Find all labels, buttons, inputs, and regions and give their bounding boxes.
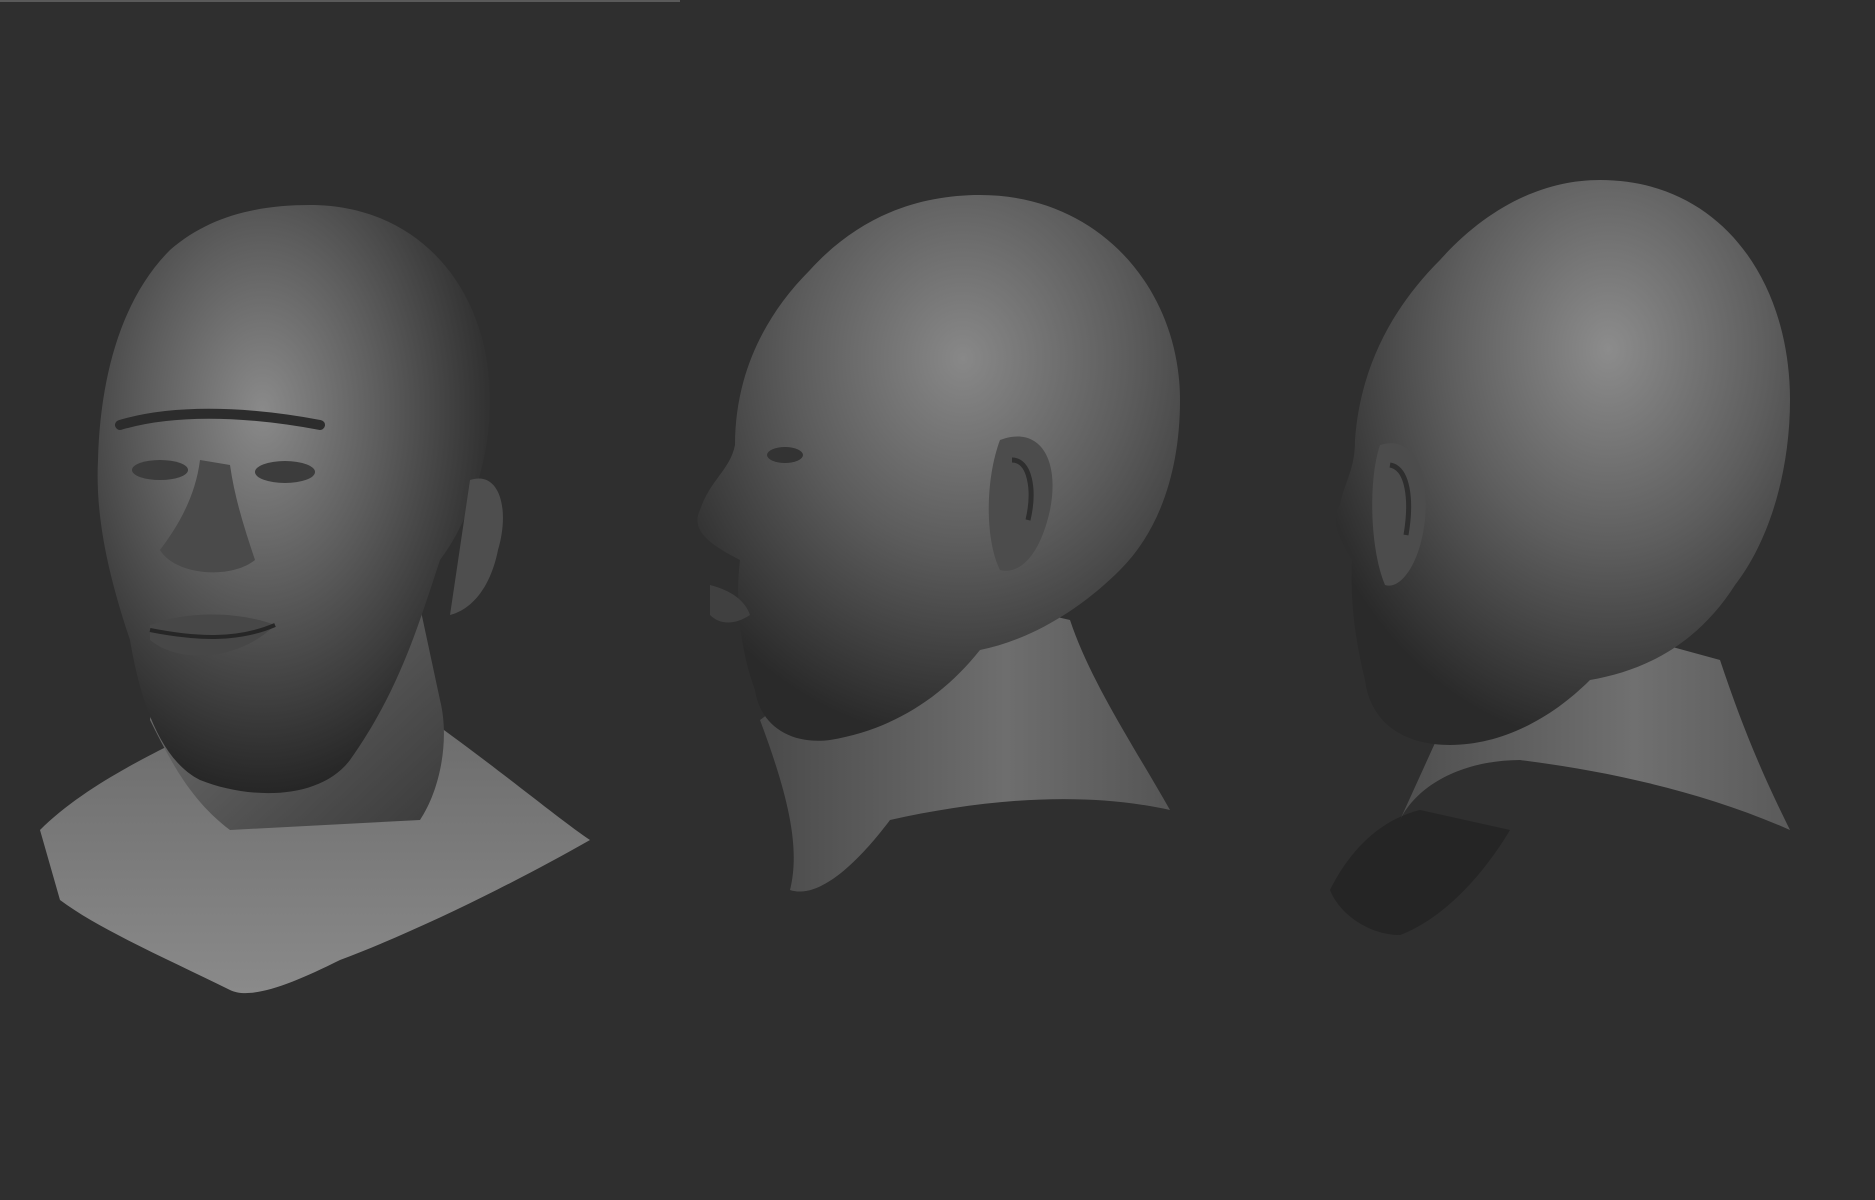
viewport-canvas xyxy=(0,0,1875,1200)
head-profile-view xyxy=(697,195,1180,892)
head-front-view xyxy=(40,205,590,994)
head-back-view xyxy=(1330,180,1790,935)
